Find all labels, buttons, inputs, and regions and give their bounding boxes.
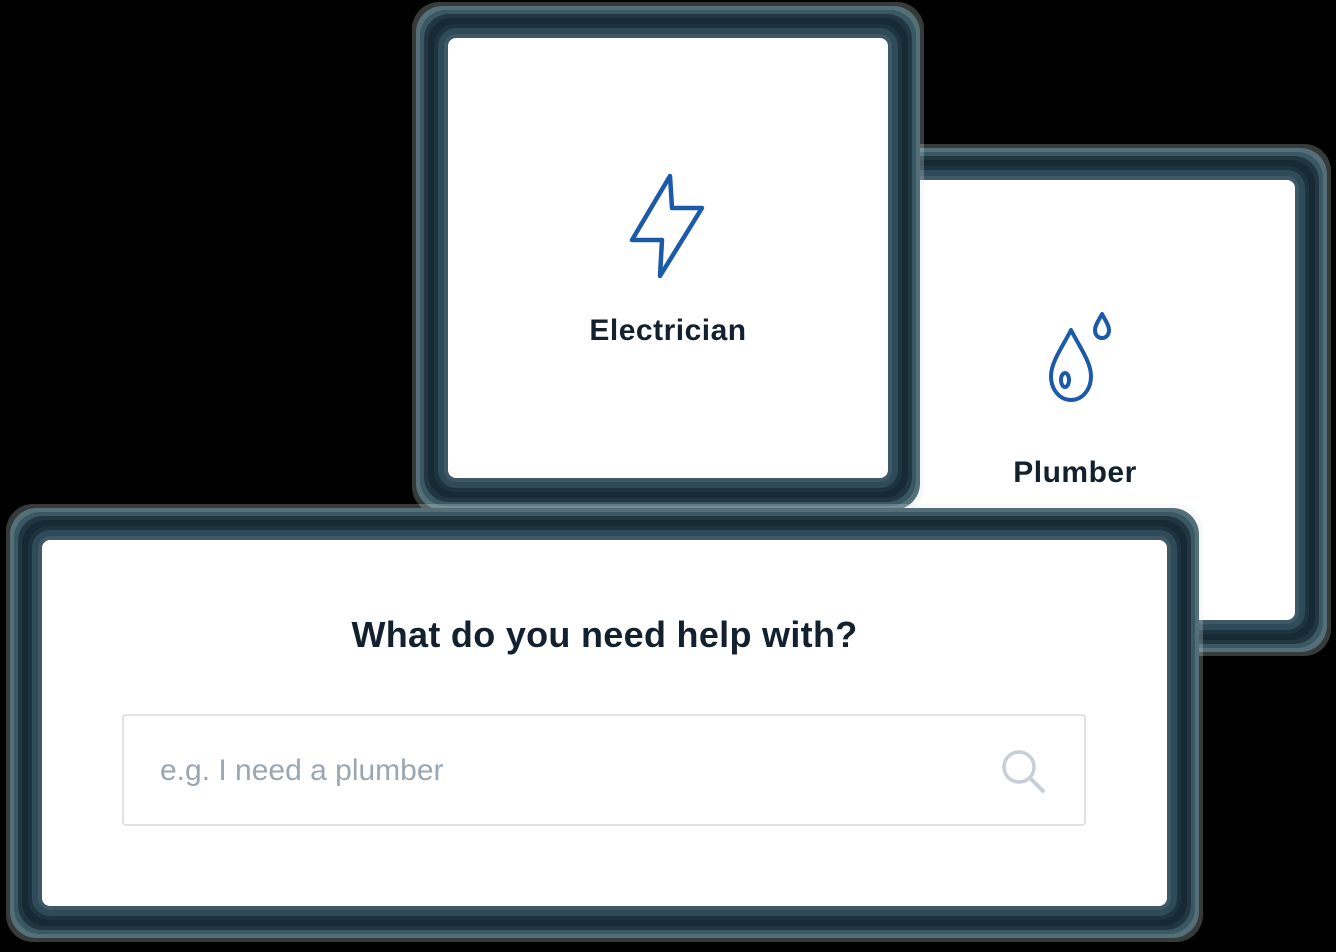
search-panel: What do you need help with? [42,540,1167,906]
search-field[interactable] [122,714,1086,826]
lightning-bolt-icon [628,172,708,287]
service-card-electrician[interactable]: Electrician [448,38,888,478]
search-title: What do you need help with? [351,614,858,655]
search-icon[interactable] [1000,748,1046,794]
service-label-electrician: Electrician [589,314,747,347]
service-label-plumber: Plumber [1013,456,1137,489]
water-drops-icon [1035,310,1115,415]
search-input[interactable] [158,716,982,826]
